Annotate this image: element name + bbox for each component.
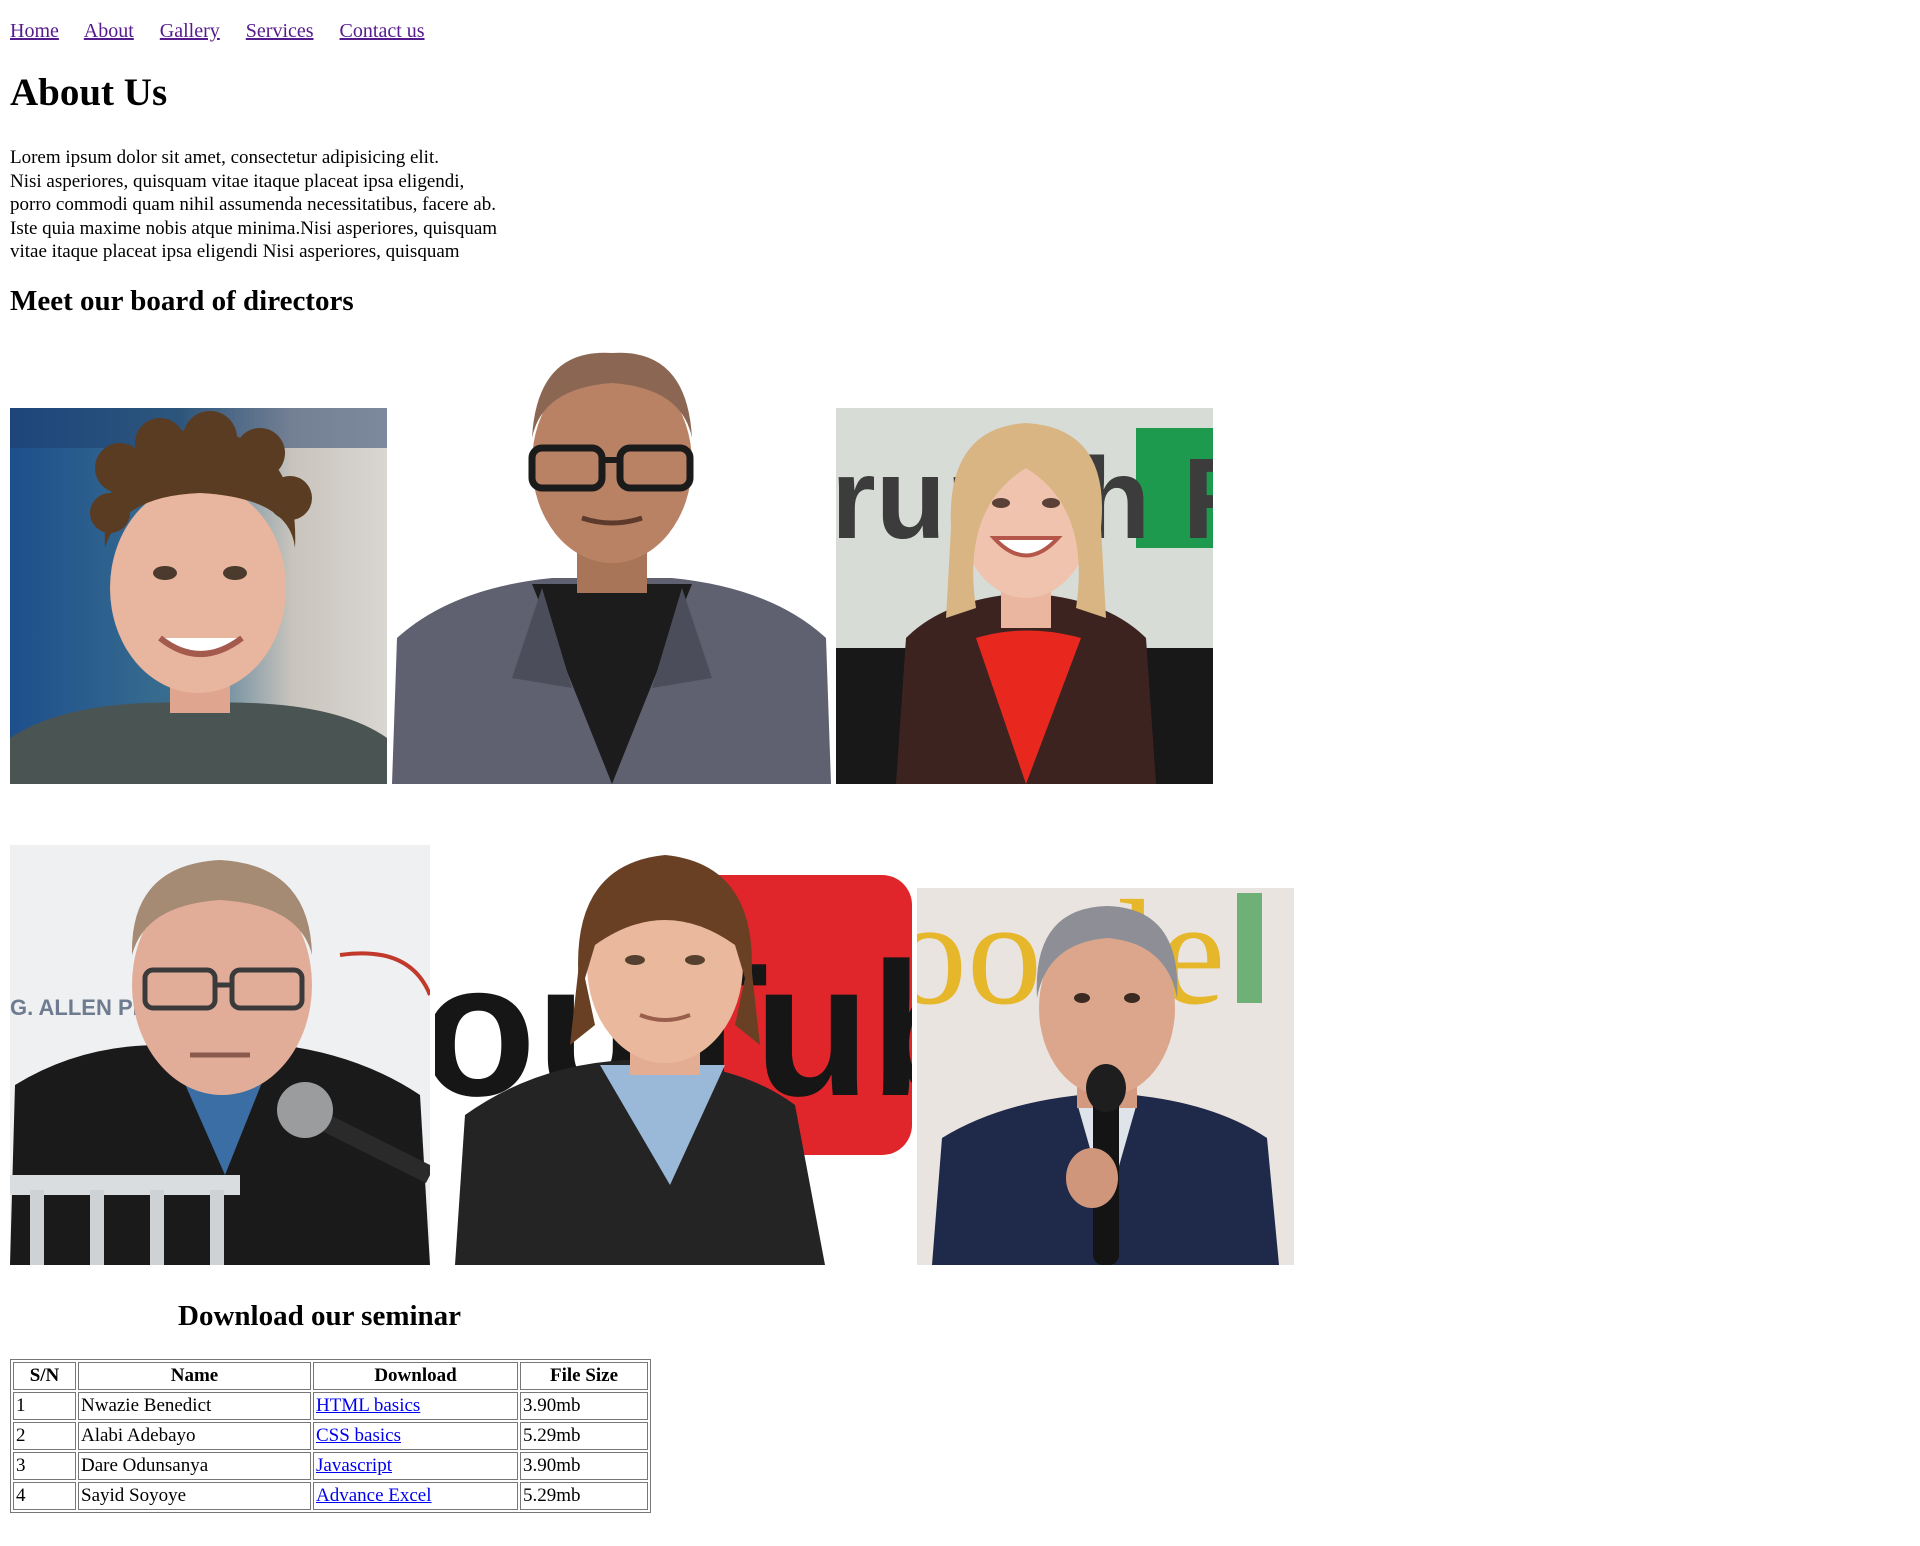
director-photo-3: runch RUST xyxy=(836,408,1213,784)
cell-download: Advance Excel xyxy=(313,1482,518,1510)
cell-sn: 3 xyxy=(13,1452,76,1480)
page-title: About Us xyxy=(10,71,168,114)
cell-name: Nwazie Benedict xyxy=(78,1392,311,1420)
cell-download: CSS basics xyxy=(313,1422,518,1450)
cell-file-size: 3.90mb xyxy=(520,1452,648,1480)
cell-download: Javascript xyxy=(313,1452,518,1480)
nav-link-about[interactable]: About xyxy=(84,20,134,42)
director-photo-5: ouTub xyxy=(435,845,912,1265)
director-photo-2 xyxy=(392,348,831,784)
top-nav: Home About Gallery Services Contact us xyxy=(10,20,446,43)
director-photo-1 xyxy=(10,408,387,784)
nav-link-contact[interactable]: Contact us xyxy=(340,20,425,42)
cell-name: Dare Odunsanya xyxy=(78,1452,311,1480)
nav-link-home[interactable]: Home xyxy=(10,20,59,42)
cell-sn: 4 xyxy=(13,1482,76,1510)
table-row: 4 Sayid Soyoye Advance Excel 5.29mb xyxy=(13,1482,648,1510)
intro-line: porro commodi quam nihil assumenda neces… xyxy=(10,194,496,215)
cell-name: Sayid Soyoye xyxy=(78,1482,311,1510)
seminar-table: S/N Name Download File Size 1 Nwazie Ben… xyxy=(10,1359,651,1513)
intro-line: Iste quia maxime nobis atque minima.Nisi… xyxy=(10,217,498,239)
download-link[interactable]: Advance Excel xyxy=(316,1485,432,1506)
cell-file-size: 5.29mb xyxy=(520,1422,648,1450)
director-photo-4: G. ALLEN PR xyxy=(10,845,430,1265)
seminar-heading: Download our seminar xyxy=(178,1300,462,1332)
cell-file-size: 5.29mb xyxy=(520,1482,648,1510)
cell-file-size: 3.90mb xyxy=(520,1392,648,1420)
column-header-sn: S/N xyxy=(13,1362,76,1390)
column-header-name: Name xyxy=(78,1362,311,1390)
intro-line: Nisi asperiores, quisquam vitae itaque p… xyxy=(10,170,465,192)
nav-link-services[interactable]: Services xyxy=(246,20,314,42)
table-row: 3 Dare Odunsanya Javascript 3.90mb xyxy=(13,1452,648,1480)
download-link[interactable]: Javascript xyxy=(316,1455,392,1476)
intro-line: Lorem ipsum dolor sit amet, consectetur … xyxy=(10,147,439,168)
column-header-download: Download xyxy=(313,1362,518,1390)
table-row: 1 Nwazie Benedict HTML basics 3.90mb xyxy=(13,1392,648,1420)
svg-text:G. ALLEN PR: G. ALLEN PR xyxy=(10,995,149,1020)
table-header-row: S/N Name Download File Size xyxy=(13,1362,648,1390)
board-heading: Meet our board of directors xyxy=(10,285,354,317)
column-header-file-size: File Size xyxy=(520,1362,648,1390)
director-photo-6: oogle xyxy=(917,888,1294,1265)
cell-sn: 2 xyxy=(13,1422,76,1450)
intro-line: vitae itaque placeat ipsa eligendi Nisi … xyxy=(10,241,460,262)
cell-sn: 1 xyxy=(13,1392,76,1420)
intro-paragraph: Lorem ipsum dolor sit amet, consectetur … xyxy=(10,146,570,264)
download-link[interactable]: CSS basics xyxy=(316,1425,401,1446)
download-link[interactable]: HTML basics xyxy=(316,1395,420,1416)
nav-link-gallery[interactable]: Gallery xyxy=(160,20,220,42)
cell-name: Alabi Adebayo xyxy=(78,1422,311,1450)
table-row: 2 Alabi Adebayo CSS basics 5.29mb xyxy=(13,1422,648,1450)
cell-download: HTML basics xyxy=(313,1392,518,1420)
